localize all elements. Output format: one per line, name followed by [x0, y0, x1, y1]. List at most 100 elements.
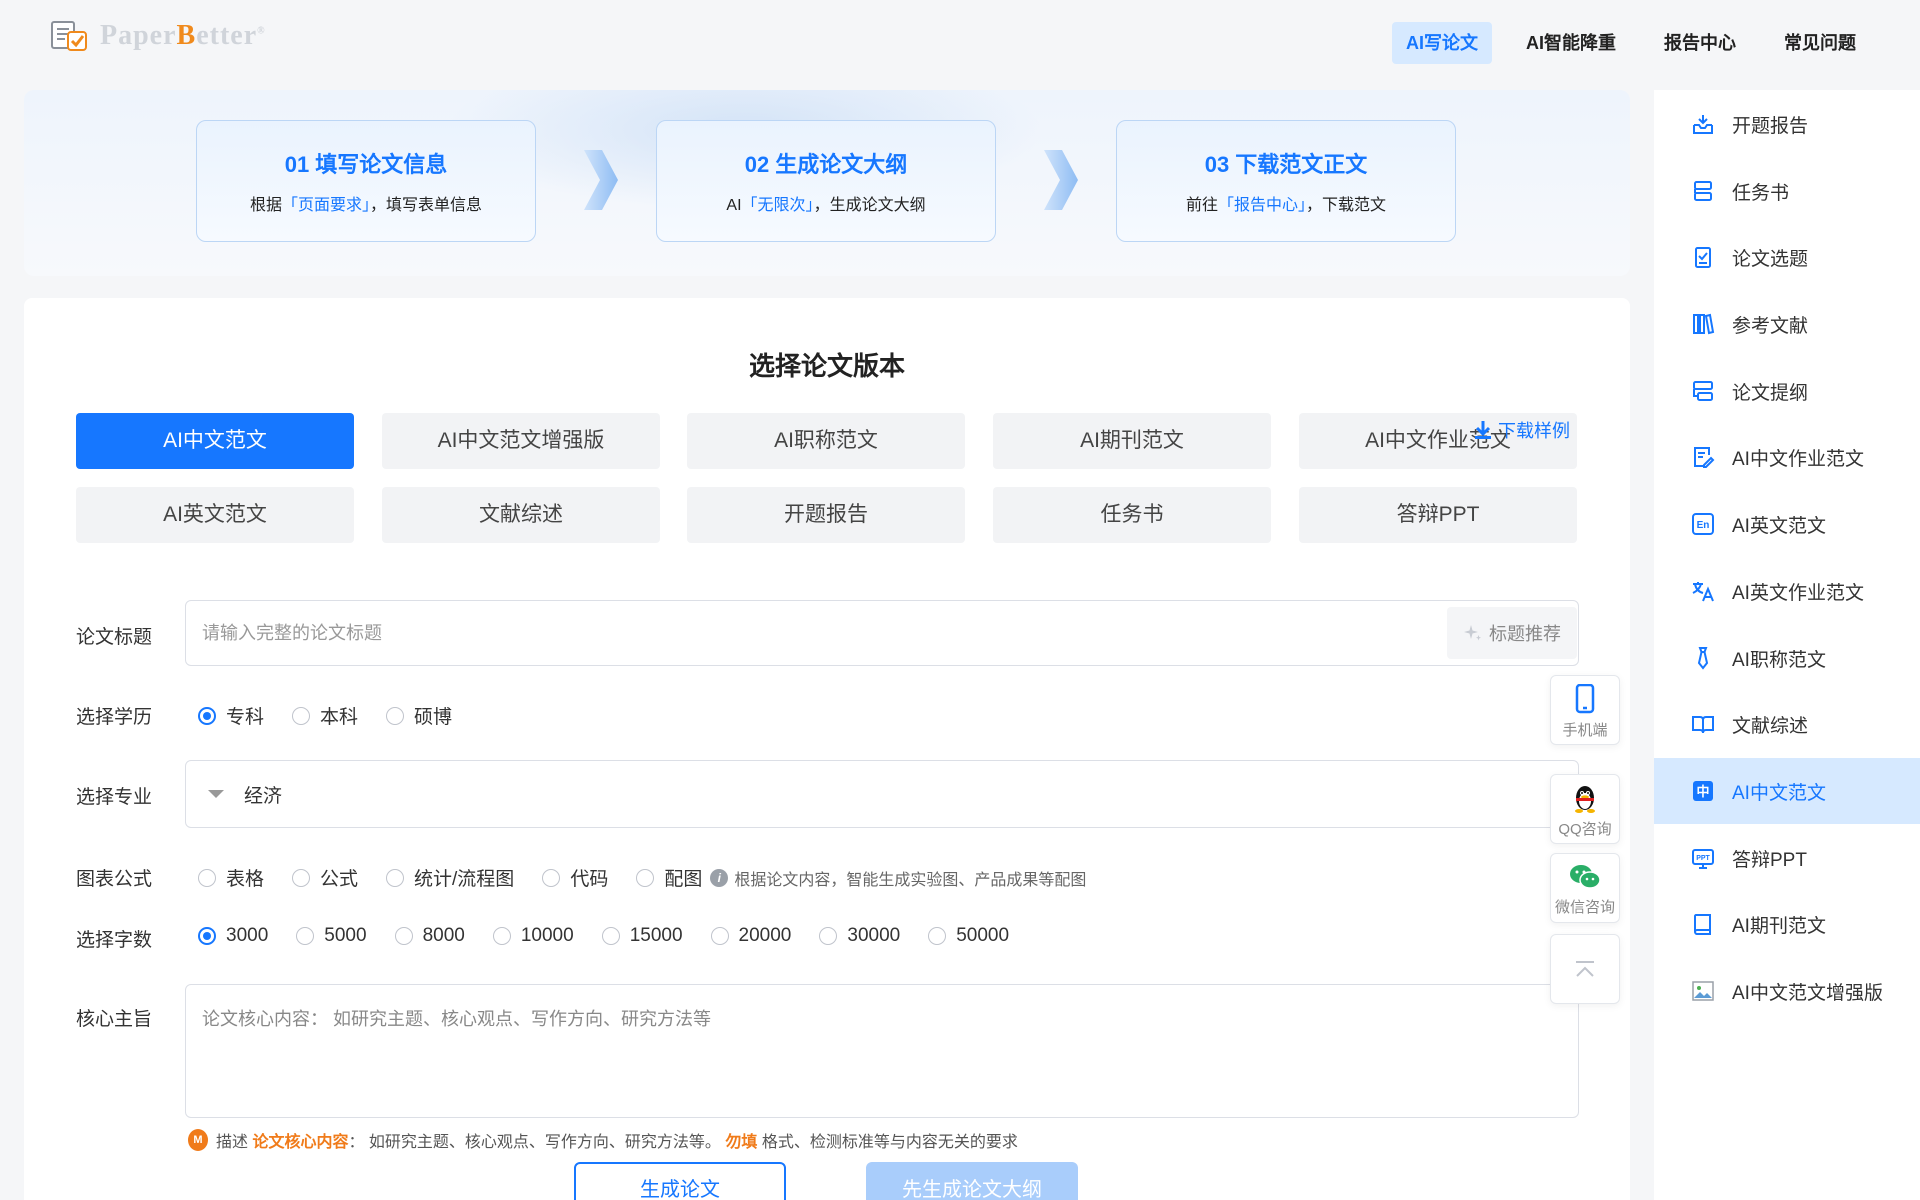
words-label: 选择字数 [76, 930, 153, 951]
journal-icon [1690, 911, 1716, 937]
chart-option[interactable]: 表格 [198, 864, 264, 891]
sidebar-item-label: AI期刊范文 [1732, 915, 1826, 937]
sidebar-item-task-book[interactable]: 任务书 [1654, 158, 1920, 224]
sidebar-item-label: AI中文作业范文 [1732, 448, 1864, 470]
word-count-radio-group: 3000 5000 8000 10000 15000 20000 30000 5… [198, 925, 1037, 947]
books-icon [1690, 311, 1716, 337]
download-sample-link[interactable]: 下载样例 [1472, 417, 1570, 443]
sidebar-item-literature-review[interactable]: 文献综述 [1654, 691, 1920, 757]
radio-label: 5000 [324, 925, 367, 946]
translate-icon [1690, 578, 1716, 604]
float-label: 微信咨询 [1554, 899, 1615, 916]
main-nav: AI写论文 AI智能降重 报告中心 常见问题 [1392, 22, 1870, 64]
generate-paper-button[interactable]: 生成论文 [574, 1162, 786, 1200]
sidebar-item-references[interactable]: 参考文献 [1654, 291, 1920, 357]
download-icon [1475, 421, 1491, 439]
title-field: 标题推荐 [185, 600, 1579, 666]
step-title: 03 下载范文正文 [1204, 152, 1368, 177]
float-back-to-top[interactable] [1550, 934, 1620, 1004]
sidebar-item-chinese-homework[interactable]: AI中文作业范文 [1654, 424, 1920, 490]
education-option[interactable]: 本科 [292, 702, 358, 729]
info-icon: i [710, 868, 729, 887]
word-count-option[interactable]: 50000 [928, 925, 1009, 947]
version-ai-chinese-enhanced[interactable]: AI中文范文增强版 [382, 413, 660, 469]
chart-option[interactable]: 配图 [636, 864, 702, 891]
core-textarea[interactable] [186, 985, 1578, 1117]
version-ai-journal[interactable]: AI期刊范文 [993, 413, 1271, 469]
core-hint: M 描述 论文核心内容 ： 如研究主题、核心观点、写作方向、研究方法等。 勿填 … [188, 1128, 1018, 1152]
word-count-option[interactable]: 30000 [819, 925, 900, 947]
title-label: 论文标题 [76, 627, 153, 648]
sidebar-item-proposal[interactable]: 开题报告 [1654, 91, 1920, 157]
sidebar-item-ai-chinese-enhanced[interactable]: AI中文范文增强版 [1654, 958, 1920, 1024]
word-count-option[interactable]: 8000 [394, 925, 465, 947]
hint-emphasis: 勿填 [725, 1134, 758, 1151]
version-ai-title[interactable]: AI职称范文 [687, 413, 965, 469]
word-count-option[interactable]: 5000 [296, 925, 367, 947]
chart-option[interactable]: 代码 [542, 864, 608, 891]
sidebar-item-ai-chinese[interactable]: 中 AI中文范文 [1654, 758, 1920, 824]
nav-ai-write[interactable]: AI写论文 [1392, 22, 1492, 64]
title-input[interactable] [202, 601, 1382, 665]
radio-dot [198, 927, 216, 945]
float-wechat[interactable]: 微信咨询 [1550, 853, 1620, 923]
broken-image-icon [1690, 978, 1716, 1004]
word-count-option[interactable]: 20000 [710, 925, 791, 947]
sidebar-item-label: 文献综述 [1732, 715, 1809, 737]
radio-label: 专科 [226, 707, 265, 728]
sparkle-icon [1464, 625, 1481, 641]
sidebar-item-outline[interactable]: 论文提纲 [1654, 358, 1920, 424]
chart-option[interactable]: 公式 [292, 864, 358, 891]
word-count-option[interactable]: 10000 [492, 925, 574, 947]
step-card-1: 01 填写论文信息 根据「页面要求」，填写表单信息 [196, 120, 536, 242]
qq-icon [1575, 786, 1595, 813]
sidebar-item-topic[interactable]: 论文选题 [1654, 224, 1920, 290]
nav-report-center[interactable]: 报告中心 [1650, 22, 1750, 64]
step-arrow-icon [1044, 150, 1078, 210]
sidebar-item-english-homework[interactable]: AI英文作业范文 [1654, 558, 1920, 624]
sidebar-item-label: AI英文范文 [1732, 515, 1826, 537]
open-book-icon [1690, 711, 1716, 737]
radio-dot [819, 927, 838, 945]
chart-option[interactable]: 统计/流程图 [386, 864, 514, 891]
sidebar-item-label: AI职称范文 [1732, 649, 1826, 671]
sidebar-item-professional-title[interactable]: AI职称范文 [1654, 625, 1920, 691]
core-label: 核心主旨 [76, 1009, 153, 1030]
logo[interactable]: PaperBetter® [50, 18, 266, 54]
education-option[interactable]: 硕博 [386, 702, 452, 729]
nav-faq[interactable]: 常见问题 [1770, 22, 1870, 64]
title-suggest-button[interactable]: 标题推荐 [1447, 607, 1577, 659]
sidebar-item-label: 答辩PPT [1732, 849, 1807, 871]
step-title: 02 生成论文大纲 [744, 152, 908, 177]
radio-label: 50000 [956, 925, 1010, 946]
phone-icon [1575, 683, 1595, 714]
nav-ai-dedup[interactable]: AI智能降重 [1512, 22, 1630, 64]
version-defense-ppt[interactable]: 答辩PPT [1299, 487, 1577, 543]
version-literature-review[interactable]: 文献综述 [382, 487, 660, 543]
svg-text:En: En [1697, 520, 1710, 531]
radio-dot [636, 868, 655, 887]
word-count-option[interactable]: 3000 [198, 925, 268, 947]
edit-doc-icon [1690, 444, 1716, 470]
version-ai-chinese[interactable]: AI中文范文 [76, 413, 354, 469]
education-option[interactable]: 专科 [198, 702, 264, 729]
tie-icon [1690, 645, 1716, 671]
hint-badge-icon: M [188, 1129, 208, 1151]
version-ai-english[interactable]: AI英文范文 [76, 487, 354, 543]
sidebar-item-english[interactable]: En AI英文范文 [1654, 491, 1920, 557]
generate-outline-button[interactable]: 先生成论文大纲 [866, 1162, 1078, 1200]
sidebar-item-journal[interactable]: AI期刊范文 [1654, 891, 1920, 957]
sidebar-item-label: 论文选题 [1732, 248, 1809, 270]
major-select[interactable]: 经济 [185, 760, 1579, 828]
float-qq[interactable]: QQ咨询 [1550, 774, 1620, 844]
version-task-book[interactable]: 任务书 [993, 487, 1271, 543]
word-count-option[interactable]: 15000 [601, 925, 683, 947]
download-sample-label: 下载样例 [1498, 421, 1570, 441]
version-proposal[interactable]: 开题报告 [687, 487, 965, 543]
radio-label: 表格 [226, 869, 265, 890]
float-mobile[interactable]: 手机端 [1550, 675, 1620, 745]
checklist-icon [1690, 244, 1716, 270]
sidebar-item-label: AI中文范文 [1732, 782, 1826, 804]
sidebar-item-defense-ppt[interactable]: PPT 答辩PPT [1654, 825, 1920, 891]
chart-hint: 根据论文内容，智能生成实验图、产品成果等配图 [734, 871, 1087, 889]
